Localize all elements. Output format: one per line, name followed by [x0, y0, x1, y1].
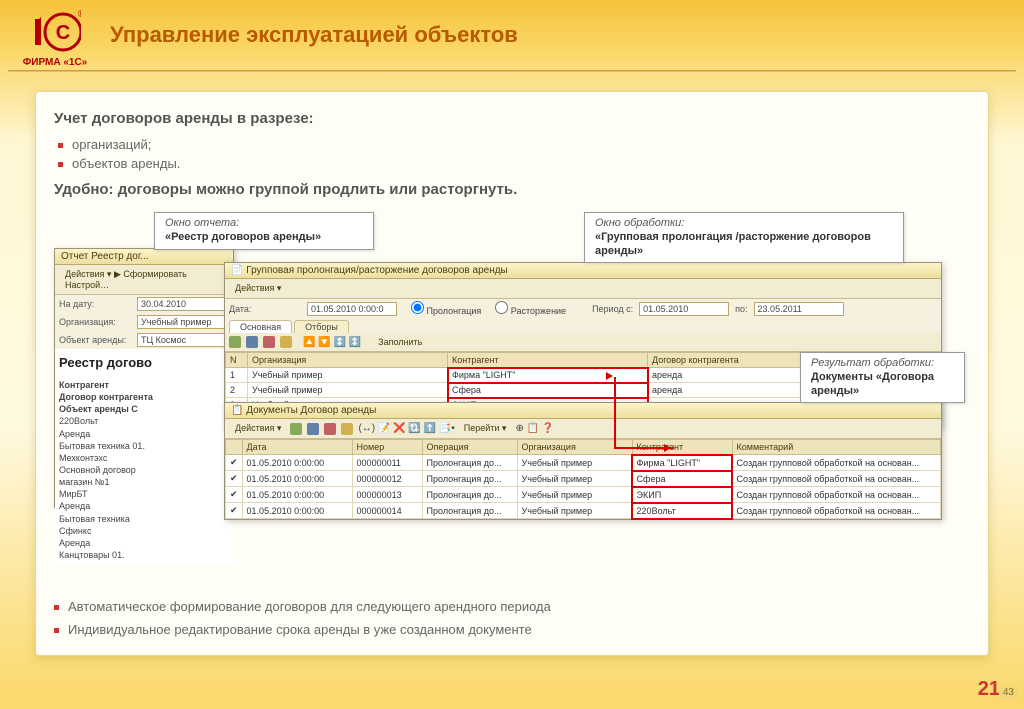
- window-title[interactable]: 📄 Групповая пролонгация/расторжение дого…: [225, 263, 941, 279]
- callout-processing: Окно обработки: «Групповая пролонгация /…: [584, 212, 904, 263]
- edit-icon[interactable]: [246, 336, 258, 348]
- logo-icon: С ®: [29, 9, 81, 55]
- page-number-total: 43: [999, 686, 1018, 699]
- radio-terminate[interactable]: [495, 301, 508, 314]
- window-toolbar[interactable]: Действия ▾: [225, 279, 941, 299]
- del-icon[interactable]: [324, 423, 336, 435]
- slide-header: С ® ФИРМА «1С» Управление эксплуатацией …: [0, 0, 1024, 70]
- logo-text: ФИРМА «1С»: [0, 57, 110, 68]
- table-row: ✔01.05.2010 0:00:00000000012Пролонгация …: [226, 471, 941, 487]
- content-panel: Учет договоров аренды в разрезе: организ…: [35, 91, 989, 656]
- intro-item: объектов аренды.: [58, 154, 970, 173]
- slide-title: Управление эксплуатацией объектов: [110, 22, 1024, 48]
- bottom-bullets: Автоматическое формирование договоров дл…: [54, 595, 970, 641]
- bullet-item: Автоматическое формирование договоров дл…: [54, 595, 970, 618]
- table-row: ✔01.05.2010 0:00:00000000011Пролонгация …: [226, 455, 941, 471]
- svg-text:С: С: [56, 22, 70, 44]
- goto-button[interactable]: Перейти ▾: [458, 421, 513, 436]
- window-title[interactable]: Отчет Реестр дог...: [55, 249, 233, 265]
- grid-toolbar[interactable]: 🔼 🔽 ↕️ ↕️ Заполнить: [225, 333, 941, 352]
- intro-header: Учет договоров аренды в разрезе:: [54, 110, 970, 127]
- tab-main[interactable]: Основная: [229, 320, 292, 333]
- doc-icon: 📄: [231, 265, 243, 276]
- window-report: Отчет Реестр дог... Действия ▾ ▶ Сформир…: [54, 248, 234, 508]
- screenshots: Окно отчета: «Реестр договоров аренды» О…: [54, 212, 970, 522]
- window-documents: 📋 Документы Договор аренды Действия ▾ (↔…: [224, 402, 942, 520]
- table-row: ✔01.05.2010 0:00:00000000013Пролонгация …: [226, 487, 941, 503]
- divider: [8, 70, 1016, 73]
- logo: С ® ФИРМА «1С»: [0, 3, 110, 68]
- del-icon[interactable]: [263, 336, 275, 348]
- red-connector: [614, 377, 616, 447]
- bullet-item: Индивидуальное редактирование срока арен…: [54, 618, 970, 641]
- convenient-text: Удобно: договоры можно группой продлить …: [54, 181, 970, 198]
- doc-icon: 📋: [231, 405, 243, 416]
- callout-report: Окно отчета: «Реестр договоров аренды»: [154, 212, 374, 250]
- add-icon[interactable]: [290, 423, 302, 435]
- callout-result: Результат обработки: Документы «Договора…: [800, 352, 965, 403]
- edit-icon[interactable]: [307, 423, 319, 435]
- page-number: 21: [978, 678, 1000, 701]
- window-title[interactable]: 📋 Документы Договор аренды: [225, 403, 941, 419]
- copy-icon[interactable]: [280, 336, 292, 348]
- add-icon[interactable]: [229, 336, 241, 348]
- table-row: ✔01.05.2010 0:00:00000000014Пролонгация …: [226, 503, 941, 519]
- intro-item: организаций;: [58, 135, 970, 154]
- copy-icon[interactable]: [341, 423, 353, 435]
- window-toolbar[interactable]: Действия ▾ ▶ Сформировать Настрой…: [55, 265, 233, 295]
- fill-button[interactable]: Заполнить: [372, 335, 428, 349]
- intro-list: организаций; объектов аренды.: [58, 135, 970, 173]
- radio-prolong[interactable]: [411, 301, 424, 314]
- window-toolbar[interactable]: Действия ▾ (↔) 📝 ❌ 🔃 ⬆️ 📑• Перейти ▾ ⊕ 📋…: [225, 419, 941, 439]
- svg-text:®: ®: [78, 9, 81, 20]
- documents-grid[interactable]: ДатаНомерОперацияОрганизацияКонтрагентКо…: [225, 439, 941, 519]
- tabs: Основная Отборы: [225, 320, 941, 333]
- red-connector: [614, 447, 674, 449]
- tab-filters[interactable]: Отборы: [294, 320, 349, 333]
- report-heading: Реестр догово: [55, 349, 233, 376]
- report-tree[interactable]: КонтрагентДоговор контрагента Объект аре…: [55, 376, 233, 564]
